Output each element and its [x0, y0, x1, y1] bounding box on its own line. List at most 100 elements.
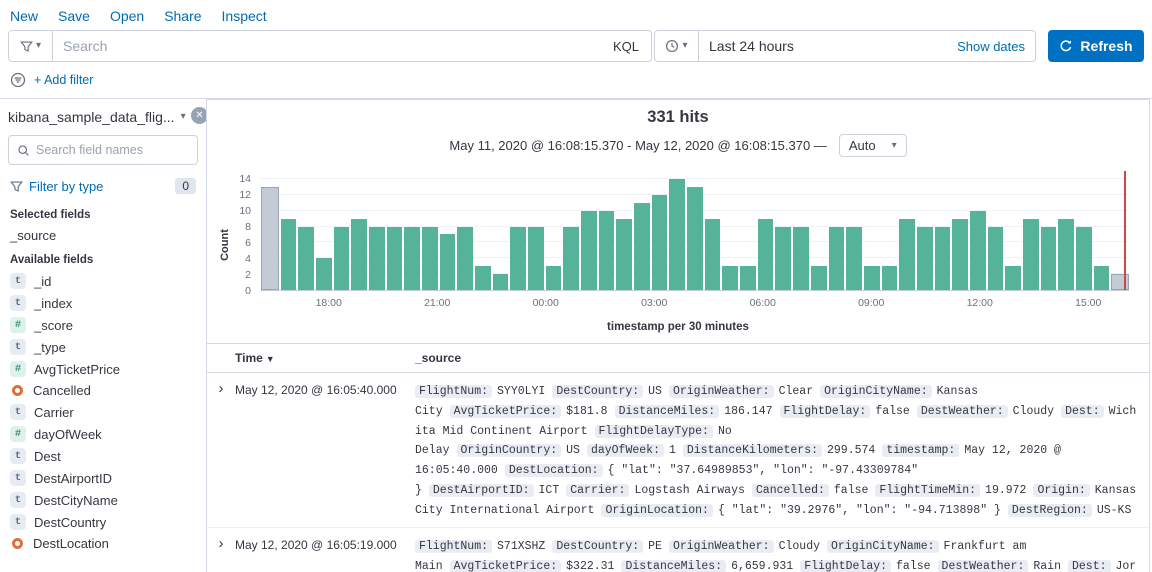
field-item-_index[interactable]: t_index — [8, 292, 198, 314]
table-header: Time▼ _source — [207, 343, 1149, 373]
time-range-value[interactable]: Last 24 hours — [699, 38, 957, 54]
histogram-bar[interactable] — [970, 211, 986, 290]
doc-source: FlightNum:S71XSHZDestCountry:PEOriginWea… — [415, 537, 1149, 572]
histogram-bar[interactable] — [422, 227, 438, 290]
histogram-bar[interactable] — [864, 266, 880, 290]
menu-item-save[interactable]: Save — [58, 8, 90, 24]
field-item-_score[interactable]: #_score — [8, 314, 198, 336]
histogram-bar[interactable] — [440, 234, 456, 290]
histogram-bar[interactable] — [811, 266, 827, 290]
field-item-DestCountry[interactable]: tDestCountry — [8, 511, 198, 533]
histogram-bar[interactable] — [634, 203, 650, 290]
histogram-bar[interactable] — [493, 274, 509, 290]
histogram-bar[interactable] — [404, 227, 420, 290]
field-value: $322.31 — [566, 560, 614, 572]
filter-set-icon[interactable] — [10, 72, 26, 88]
field-key: DestCountry: — [552, 385, 643, 398]
histogram-bar[interactable] — [1058, 219, 1074, 290]
histogram-bar[interactable] — [669, 179, 685, 290]
chevron-down-icon: ▾ — [181, 112, 186, 122]
collapse-sidebar-button[interactable]: ✕ — [191, 107, 207, 124]
menu-item-open[interactable]: Open — [110, 8, 144, 24]
histogram-bar[interactable] — [475, 266, 491, 290]
field-item-Carrier[interactable]: tCarrier — [8, 401, 198, 423]
field-key: DestAirportID: — [429, 484, 534, 497]
field-item-Cancelled[interactable]: Cancelled — [8, 380, 198, 401]
field-item-_source[interactable]: _source — [8, 225, 198, 246]
histogram-bar[interactable] — [369, 227, 385, 290]
field-value: false — [875, 405, 910, 418]
histogram-bar[interactable] — [988, 227, 1004, 290]
histogram-bar[interactable] — [528, 227, 544, 290]
field-value: Rain — [1033, 560, 1061, 572]
histogram-bar[interactable] — [387, 227, 403, 290]
field-value: Cloudy — [1013, 405, 1054, 418]
index-pattern-selector[interactable]: kibana_sample_data_flig... ▾ — [8, 107, 198, 135]
histogram-bar[interactable] — [793, 227, 809, 290]
histogram-bar[interactable] — [899, 219, 915, 290]
field-item-DestLocation[interactable]: DestLocation — [8, 533, 198, 554]
histogram-bar[interactable] — [740, 266, 756, 290]
histogram-bar[interactable] — [1023, 219, 1039, 290]
saved-query-menu-button[interactable]: ▾ — [9, 31, 53, 61]
histogram-bar[interactable] — [351, 219, 367, 290]
histogram-bar[interactable] — [1005, 266, 1021, 290]
histogram-bar[interactable] — [261, 187, 279, 290]
expand-row-button[interactable]: › — [207, 537, 235, 551]
field-item-dayOfWeek[interactable]: #dayOfWeek — [8, 423, 198, 445]
field-item-_id[interactable]: t_id — [8, 270, 198, 292]
field-search-input[interactable] — [36, 143, 197, 157]
field-item-_type[interactable]: t_type — [8, 336, 198, 358]
filter-by-type-button[interactable]: Filter by type 0 — [8, 171, 198, 201]
interval-select[interactable]: Auto ▾ — [839, 134, 907, 157]
histogram-bar[interactable] — [1041, 227, 1057, 290]
expand-row-button[interactable]: › — [207, 382, 235, 396]
histogram-bar[interactable] — [846, 227, 862, 290]
time-column-header[interactable]: Time▼ — [235, 351, 415, 365]
histogram-bar[interactable] — [829, 227, 845, 290]
menu-item-new[interactable]: New — [10, 8, 38, 24]
histogram-bar[interactable] — [510, 227, 526, 290]
histogram-bar[interactable] — [722, 266, 738, 290]
histogram-bar[interactable] — [616, 219, 632, 290]
x-tick-label: 15:00 — [1075, 297, 1101, 309]
histogram-bar[interactable] — [882, 266, 898, 290]
histogram-bar[interactable] — [1076, 227, 1092, 290]
field-name: DestLocation — [33, 536, 109, 551]
current-time-marker — [1124, 171, 1126, 290]
field-key: Cancelled: — [752, 484, 829, 497]
menu-item-inspect[interactable]: Inspect — [222, 8, 267, 24]
field-item-AvgTicketPrice[interactable]: #AvgTicketPrice — [8, 358, 198, 380]
field-item-DestCityName[interactable]: tDestCityName — [8, 489, 198, 511]
search-input[interactable] — [53, 31, 601, 61]
kql-toggle[interactable]: KQL — [601, 31, 651, 61]
field-item-DestAirportID[interactable]: tDestAirportID — [8, 467, 198, 489]
histogram-bar[interactable] — [281, 219, 297, 290]
histogram-bar[interactable] — [705, 219, 721, 290]
histogram-bar[interactable] — [775, 227, 791, 290]
show-dates-link[interactable]: Show dates — [957, 39, 1035, 54]
histogram-bar[interactable] — [334, 227, 350, 290]
histogram-plot — [261, 171, 1129, 291]
field-value: SYY0LYI — [497, 385, 545, 398]
histogram-bar[interactable] — [546, 266, 562, 290]
histogram-bar[interactable] — [581, 211, 597, 290]
histogram-bar[interactable] — [952, 219, 968, 290]
histogram-bar[interactable] — [298, 227, 314, 290]
histogram-bar[interactable] — [599, 211, 615, 290]
histogram-bar[interactable] — [563, 227, 579, 290]
histogram-bar[interactable] — [935, 227, 951, 290]
refresh-button[interactable]: Refresh — [1048, 30, 1144, 62]
menu-item-share[interactable]: Share — [164, 8, 201, 24]
histogram-bar[interactable] — [758, 219, 774, 290]
histogram-bar[interactable] — [652, 195, 668, 290]
field-item-Dest[interactable]: tDest — [8, 445, 198, 467]
histogram-bar[interactable] — [457, 227, 473, 290]
histogram-bar[interactable] — [1094, 266, 1110, 290]
histogram-bar[interactable] — [316, 258, 332, 290]
add-filter-link[interactable]: + Add filter — [34, 73, 93, 87]
quick-select-button[interactable]: ▾ — [655, 31, 699, 61]
histogram-bar[interactable] — [1111, 274, 1129, 290]
histogram-bar[interactable] — [687, 187, 703, 290]
histogram-bar[interactable] — [917, 227, 933, 290]
